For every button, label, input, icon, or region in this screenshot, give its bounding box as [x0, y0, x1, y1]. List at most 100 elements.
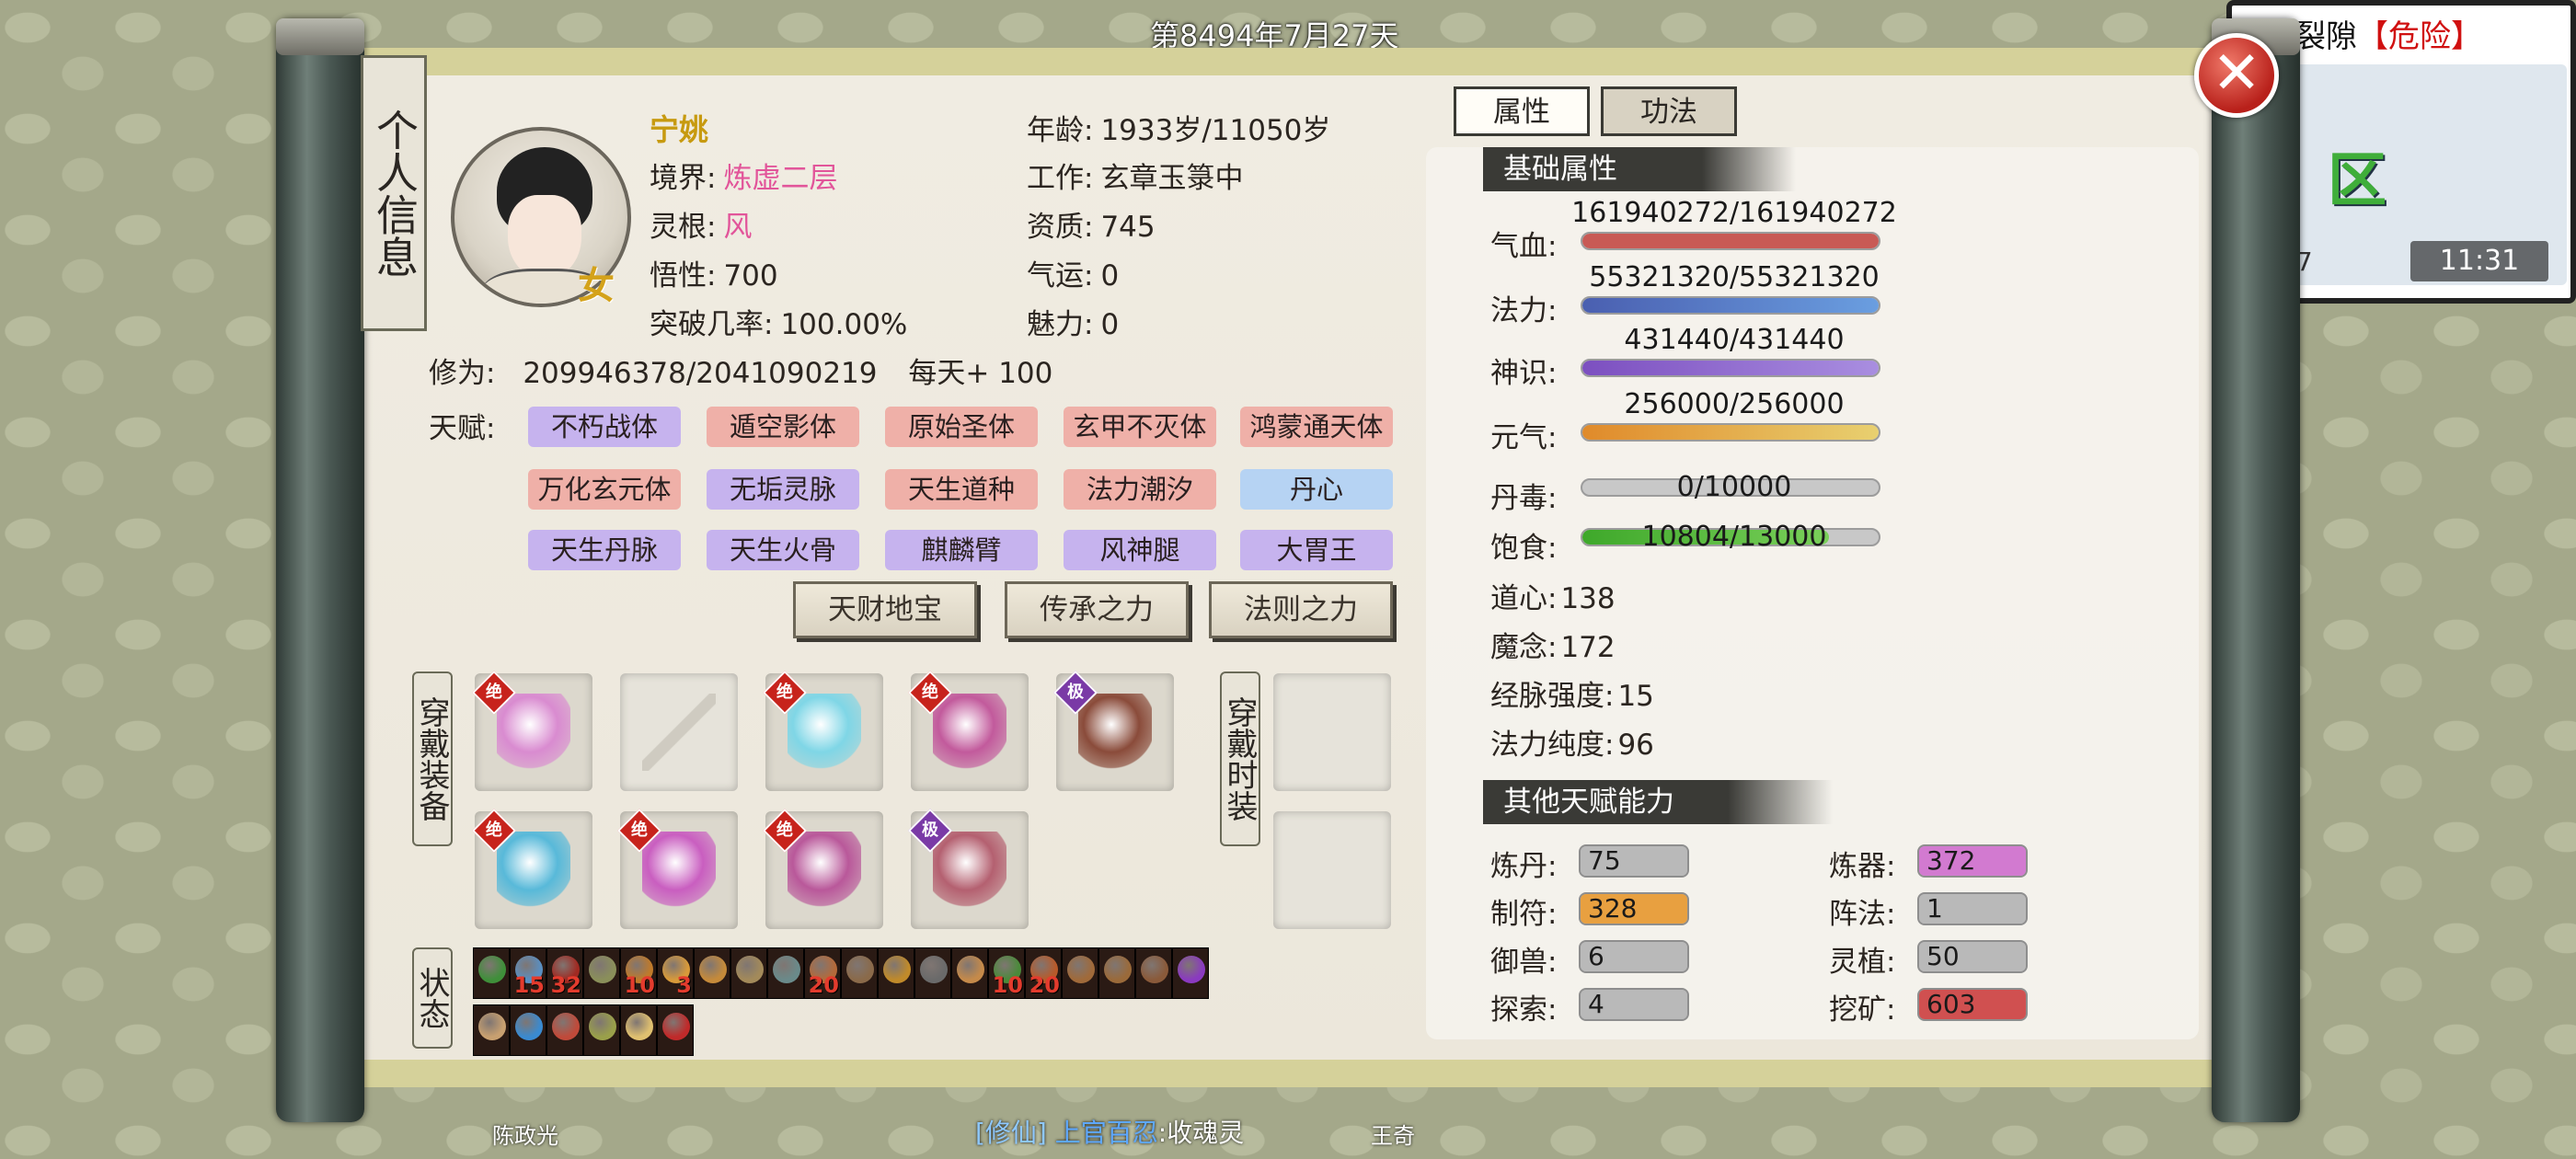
talents-label: 天赋:	[429, 412, 496, 445]
status-effect-icon[interactable]	[694, 947, 730, 999]
status-stack-count: 32	[550, 972, 581, 998]
talent-chip[interactable]: 不朽战体	[528, 407, 681, 447]
talent-chip[interactable]: 法力潮汐	[1064, 469, 1216, 510]
status-effect-icon[interactable]	[730, 947, 767, 999]
bar-label: 元气:	[1490, 421, 1558, 454]
equipment-slot[interactable]: 绝	[471, 808, 592, 929]
skill-bar: 4	[1579, 988, 1689, 1021]
talent-chip[interactable]: 丹心	[1240, 469, 1393, 510]
root-value: 风	[723, 211, 753, 244]
tab-skills[interactable]: 功法	[1601, 86, 1737, 136]
status-stack-count: 15	[513, 972, 545, 998]
equipment-slot[interactable]: 绝	[471, 670, 592, 791]
talent-chip[interactable]: 大胃王	[1240, 530, 1393, 570]
luck-label: 气运:	[1027, 259, 1094, 293]
skill-label: 挖矿:	[1829, 993, 1896, 1027]
robe-icon	[497, 694, 570, 771]
equipment-slot[interactable]: 极	[1052, 670, 1174, 791]
talent-chip[interactable]: 天生丹脉	[528, 530, 681, 570]
status-effect-icon[interactable]	[767, 947, 804, 999]
status-effect-icon[interactable]: 10	[620, 947, 657, 999]
skill-value: 603	[1926, 989, 1976, 1019]
cloud-charm-icon	[788, 832, 861, 909]
skill-value: 328	[1588, 893, 1638, 924]
bar-label: 气血:	[1490, 230, 1558, 263]
age-value: 1933岁/11050岁	[1100, 114, 1331, 147]
law-button[interactable]: 法则之力	[1209, 581, 1393, 638]
character-name: 宁姚	[650, 112, 709, 147]
status-effect-icon[interactable]: 3	[657, 947, 694, 999]
status-effect-icon[interactable]	[1135, 947, 1172, 999]
bar-value: 0/10000	[1676, 471, 1792, 503]
skill-bar: 50	[1917, 940, 2028, 973]
talent-chip[interactable]: 无垢灵脉	[707, 469, 859, 510]
cultivation-value: 209946378/2041090219	[523, 357, 878, 390]
status-effect-icon[interactable]	[620, 1004, 657, 1056]
bar-label: 神识:	[1490, 357, 1558, 390]
status-effect-icon[interactable]	[841, 947, 878, 999]
equipment-slot[interactable]: 绝	[762, 808, 883, 929]
status-effect-icon[interactable]	[473, 1004, 510, 1056]
aptitude-value: 745	[1100, 211, 1156, 244]
equipment-slot[interactable]: 绝	[762, 670, 883, 791]
attribute-row: 道心: 138	[1490, 582, 1616, 615]
bar-value: 55321320/55321320	[1589, 261, 1880, 293]
status-effect-icon[interactable]	[583, 947, 620, 999]
status-effect-icon[interactable]	[914, 947, 951, 999]
status-effect-icon[interactable]	[1098, 947, 1135, 999]
empty-sword-slot-icon	[642, 694, 716, 771]
talent-chip[interactable]: 风神腿	[1064, 530, 1216, 570]
status-effect-icon[interactable]: 20	[804, 947, 841, 999]
stat-bar	[1581, 359, 1880, 377]
inheritance-button[interactable]: 传承之力	[1005, 581, 1189, 638]
talent-chip[interactable]: 万化玄元体	[528, 469, 681, 510]
chat-speaker[interactable]: 上官百忍	[1055, 1118, 1158, 1148]
equipment-slot[interactable]	[620, 673, 738, 791]
status-effect-icon[interactable]: 10	[988, 947, 1025, 999]
status-effect-icon[interactable]	[546, 1004, 583, 1056]
status-effect-icon[interactable]	[510, 1004, 546, 1056]
talent-chip[interactable]: 天生道种	[885, 469, 1038, 510]
fashion-slot-1[interactable]	[1273, 673, 1391, 791]
talent-chip[interactable]: 玄甲不灭体	[1064, 407, 1216, 447]
status-effect-icon[interactable]: 15	[510, 947, 546, 999]
equipment-slot[interactable]: 极	[907, 808, 1029, 929]
cultivation-label: 修为:	[429, 357, 496, 390]
status-effect-icon[interactable]: 20	[1025, 947, 1062, 999]
status-effect-icon[interactable]	[657, 1004, 694, 1056]
charm-value: 0	[1100, 308, 1120, 341]
status-effect-icon[interactable]	[878, 947, 914, 999]
bar-value: 161940272/161940272	[1571, 197, 1897, 229]
status-effect-icon[interactable]: 32	[546, 947, 583, 999]
danger-badge: 【危险】	[2357, 18, 2482, 55]
chat-message[interactable]: [修仙] 上官百忍:收魂灵	[975, 1113, 1244, 1150]
status-effect-icon[interactable]	[951, 947, 988, 999]
cultivation-daily: 每天+ 100	[908, 357, 1053, 390]
talent-chip[interactable]: 鸿蒙通天体	[1240, 407, 1393, 447]
gender-label: 女	[578, 265, 615, 307]
treasure-button[interactable]: 天财地宝	[793, 581, 977, 638]
talent-chip[interactable]: 原始圣体	[885, 407, 1038, 447]
fashion-slot-2[interactable]	[1273, 811, 1391, 929]
insight-value: 700	[723, 259, 778, 293]
skill-bar: 75	[1579, 844, 1689, 878]
skill-value: 4	[1588, 989, 1604, 1019]
status-effect-icon[interactable]	[473, 947, 510, 999]
realm-label: 境界:	[650, 162, 717, 195]
talent-chip[interactable]: 遁空影体	[707, 407, 859, 447]
tab-attributes[interactable]: 属性	[1454, 86, 1590, 136]
player-name-right: 王奇	[1371, 1123, 1415, 1149]
close-button[interactable]: ✕	[2194, 33, 2279, 118]
equipment-slot[interactable]: 绝	[907, 670, 1029, 791]
talent-chip[interactable]: 天生火骨	[707, 530, 859, 570]
breakthrough-value: 100.00%	[780, 308, 908, 341]
status-effect-icon[interactable]	[1062, 947, 1098, 999]
realm-row: 境界: 炼虚二层	[650, 155, 837, 196]
skill-bar: 1	[1917, 892, 2028, 925]
talent-chip[interactable]: 麒麟臂	[885, 530, 1038, 570]
bracelet-icon	[497, 832, 570, 909]
status-effect-icon[interactable]	[583, 1004, 620, 1056]
equipment-slot[interactable]: 绝	[616, 808, 738, 929]
status-effect-icon[interactable]	[1172, 947, 1209, 999]
status-label: 状态	[412, 947, 453, 1049]
